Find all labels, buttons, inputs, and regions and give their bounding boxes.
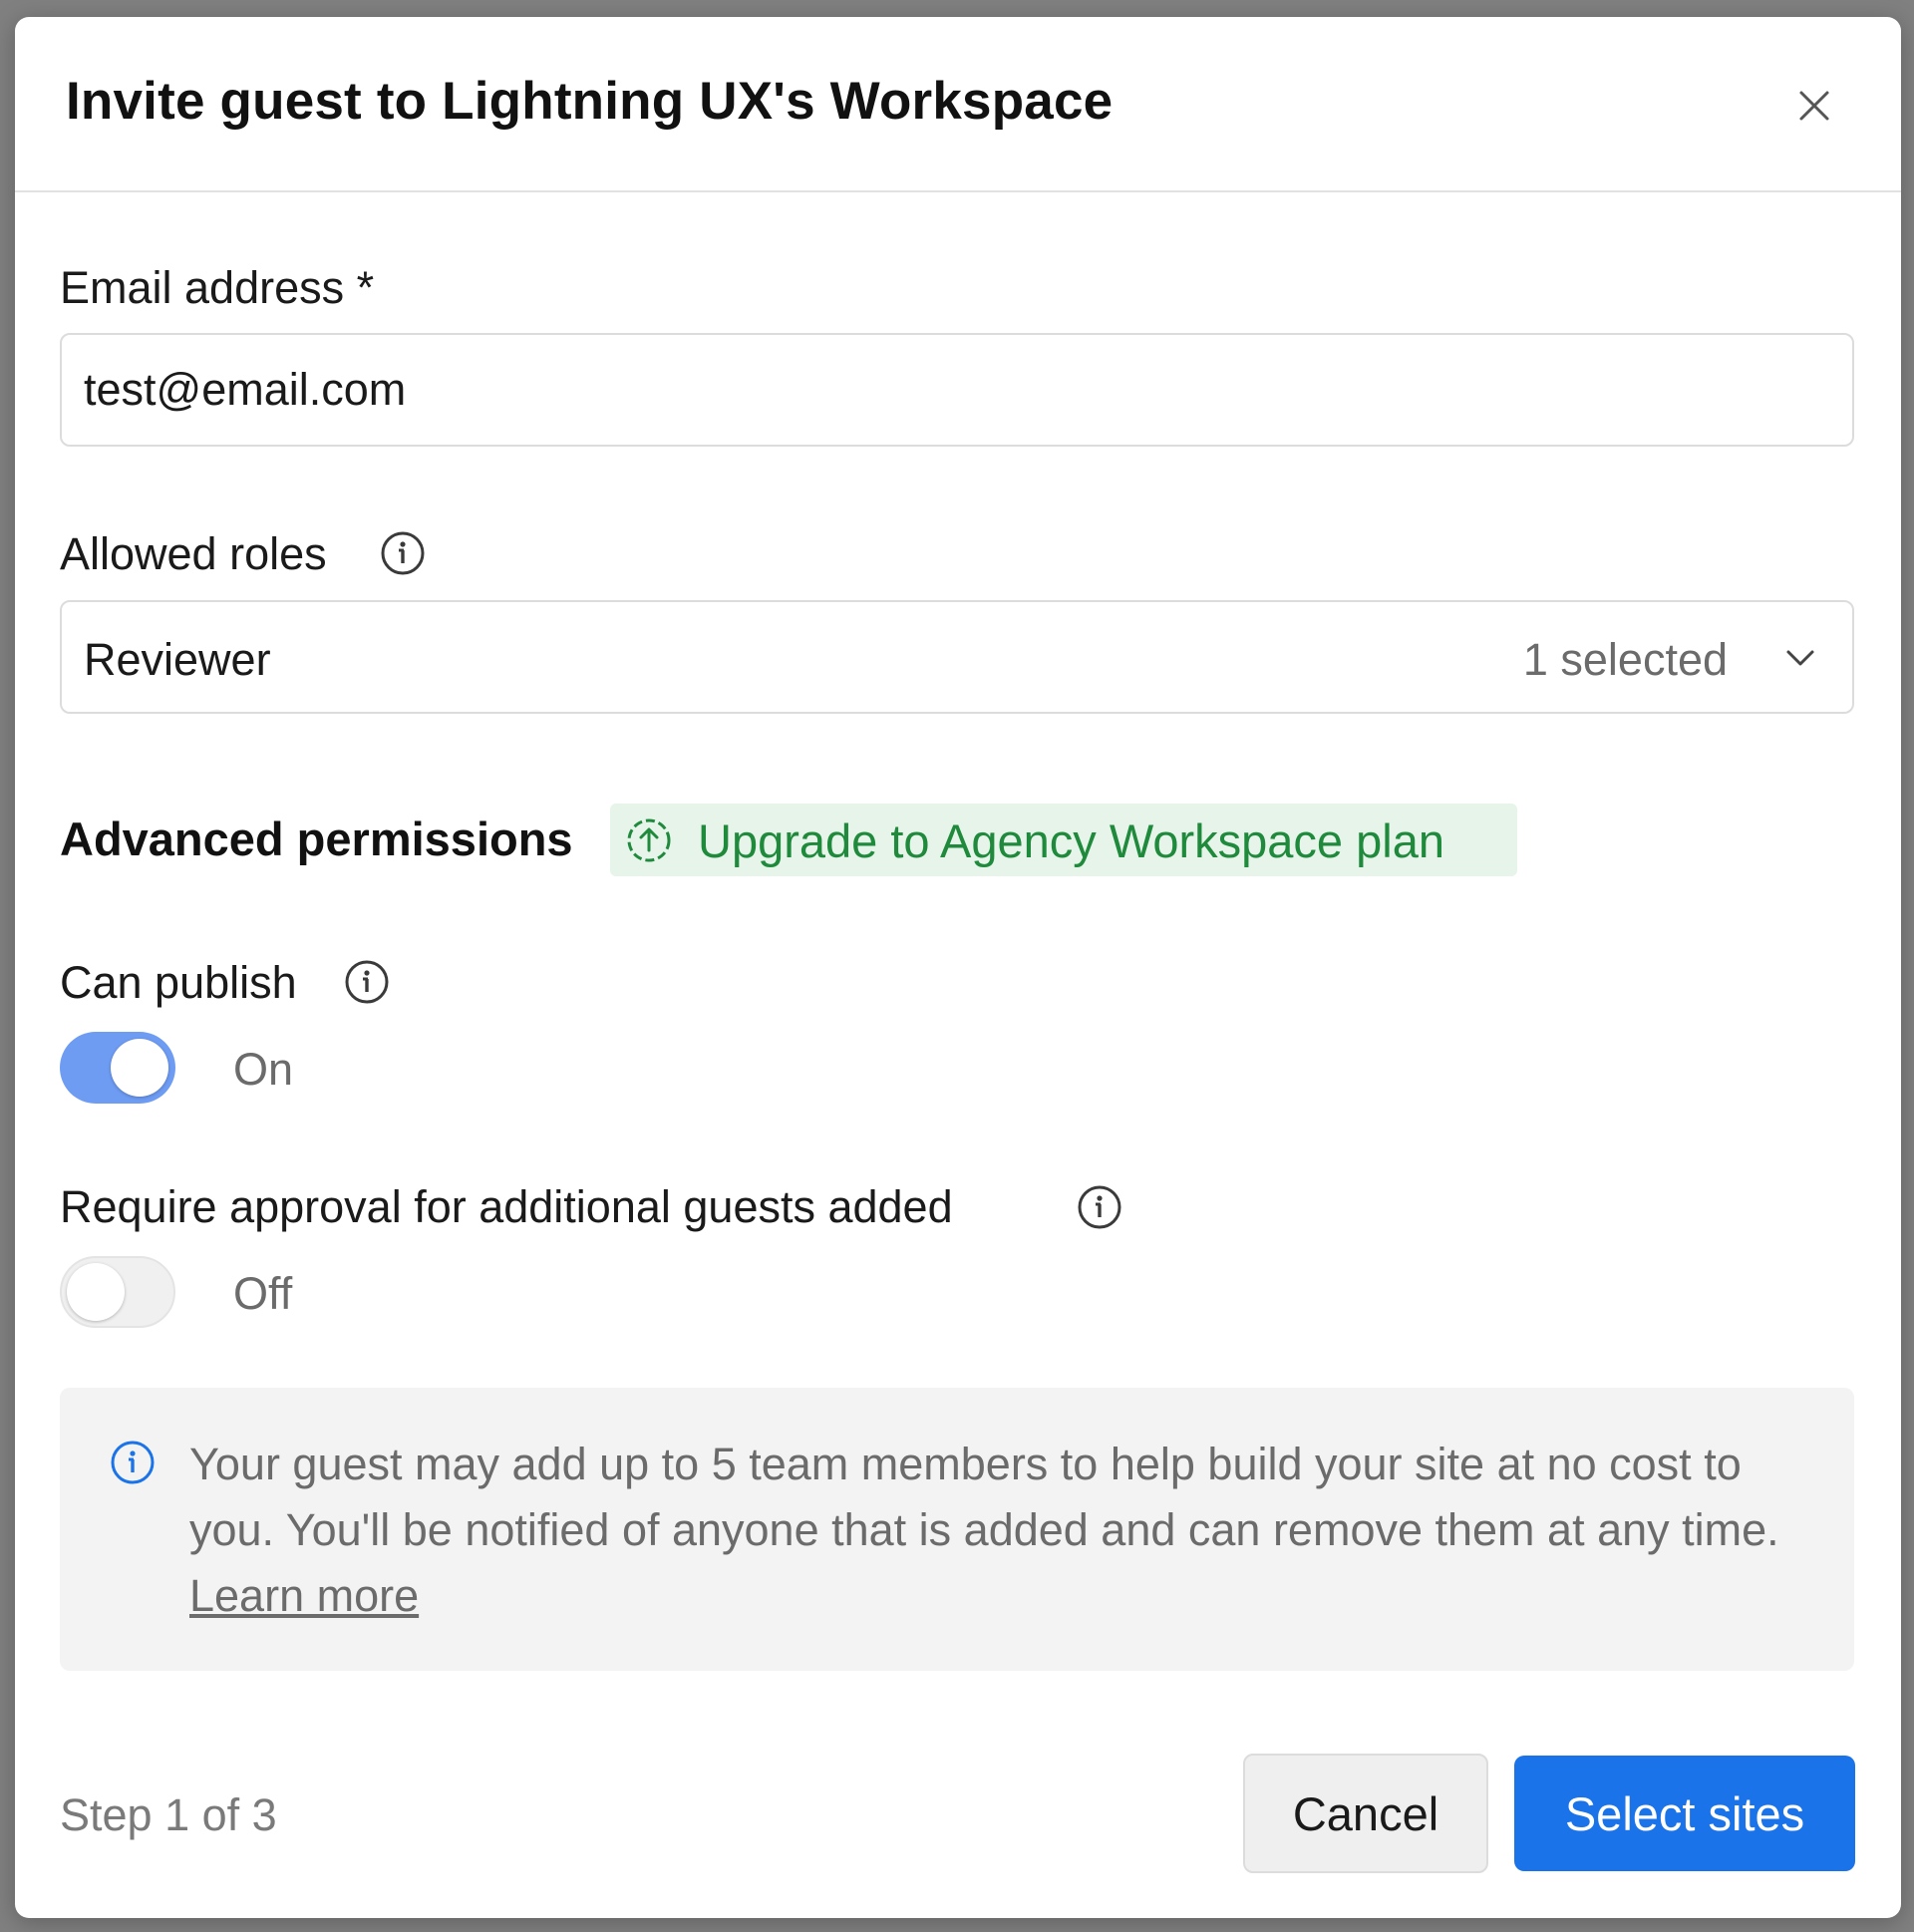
roles-info-icon[interactable] [379, 529, 427, 577]
roles-selected-value: Reviewer [84, 634, 271, 685]
invite-guest-dialog: Invite guest to Lightning UX's Workspace… [15, 17, 1901, 1918]
step-indicator: Step 1 of 3 [60, 1789, 277, 1840]
notice-text: Your guest may add up to 5 team members … [189, 1439, 1779, 1555]
upgrade-arrow-icon [627, 818, 671, 862]
required-mark: * [356, 262, 375, 313]
chevron-down-icon [1786, 650, 1814, 666]
require-approval-info-icon[interactable] [1076, 1183, 1123, 1231]
upgrade-plan-link[interactable]: Upgrade to Agency Workspace plan [610, 804, 1517, 876]
info-icon [111, 1441, 155, 1484]
toggle-knob [67, 1263, 125, 1321]
toggle-knob [111, 1039, 168, 1097]
learn-more-link[interactable]: Learn more [189, 1570, 419, 1621]
email-label: Email address * [60, 262, 374, 314]
require-approval-label: Require approval for additional guests a… [60, 1181, 953, 1232]
can-publish-toggle[interactable] [60, 1032, 175, 1104]
can-publish-label: Can publish [60, 957, 297, 1008]
dialog-header: Invite guest to Lightning UX's Workspace [15, 17, 1901, 192]
dialog-title: Invite guest to Lightning UX's Workspace [66, 72, 1114, 131]
require-approval-toggle[interactable] [60, 1256, 175, 1328]
cancel-button[interactable]: Cancel [1243, 1754, 1488, 1873]
upgrade-plan-label: Upgrade to Agency Workspace plan [698, 814, 1444, 867]
can-publish-info-icon[interactable] [343, 958, 391, 1006]
notice-text-block: Your guest may add up to 5 team members … [189, 1432, 1804, 1629]
can-publish-state: On [233, 1044, 294, 1095]
roles-label: Allowed roles [60, 528, 327, 579]
roles-select[interactable]: Reviewer 1 selected [60, 600, 1854, 714]
select-sites-button[interactable]: Select sites [1514, 1756, 1855, 1871]
close-button[interactable] [1789, 81, 1839, 131]
roles-selected-count: 1 selected [1522, 634, 1728, 685]
advanced-permissions-title: Advanced permissions [60, 812, 573, 865]
guest-info-notice: Your guest may add up to 5 team members … [60, 1388, 1854, 1671]
require-approval-state: Off [233, 1268, 293, 1319]
email-input[interactable] [60, 333, 1854, 447]
close-icon [1799, 91, 1829, 121]
email-label-text: Email address [60, 262, 345, 313]
